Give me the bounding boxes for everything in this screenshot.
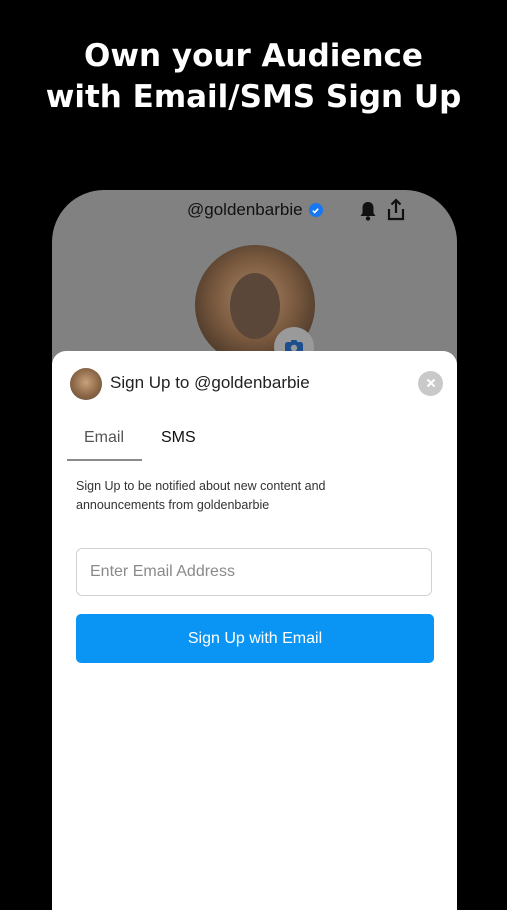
profile-topbar: @goldenbarbie [52,198,457,228]
close-icon [426,375,436,393]
avatar-face [230,273,280,339]
signup-description: Sign Up to be notified about new content… [76,479,326,512]
promo-headline: Own your Audience with Email/SMS Sign Up [0,36,507,118]
signup-tabs: Email SMS [67,429,367,461]
sign-up-with-email-button[interactable]: Sign Up with Email [76,614,434,663]
profile-handle-text: @goldenbarbie [187,200,303,219]
email-field[interactable] [76,548,432,596]
headline-line-2: with Email/SMS Sign Up [45,79,462,115]
sheet-title: Sign Up to @goldenbarbie [110,373,310,392]
tab-email[interactable]: Email [84,429,124,447]
bell-icon[interactable] [358,200,378,222]
sheet-header: Sign Up to @goldenbarbie [70,368,443,400]
verified-badge-icon [308,203,323,217]
signup-sheet: Sign Up to @goldenbarbie Email SMS Sign … [52,351,457,910]
phone-frame: @goldenbarbie Sign Up to @goldenbarbie E… [52,190,457,910]
avatar [70,368,102,400]
close-button[interactable] [418,371,443,396]
profile-handle[interactable]: @goldenbarbie [187,200,323,220]
headline-line-1: Own your Audience [84,38,423,74]
tab-sms[interactable]: SMS [161,429,196,447]
active-tab-indicator [67,459,142,461]
share-icon[interactable] [386,198,406,222]
